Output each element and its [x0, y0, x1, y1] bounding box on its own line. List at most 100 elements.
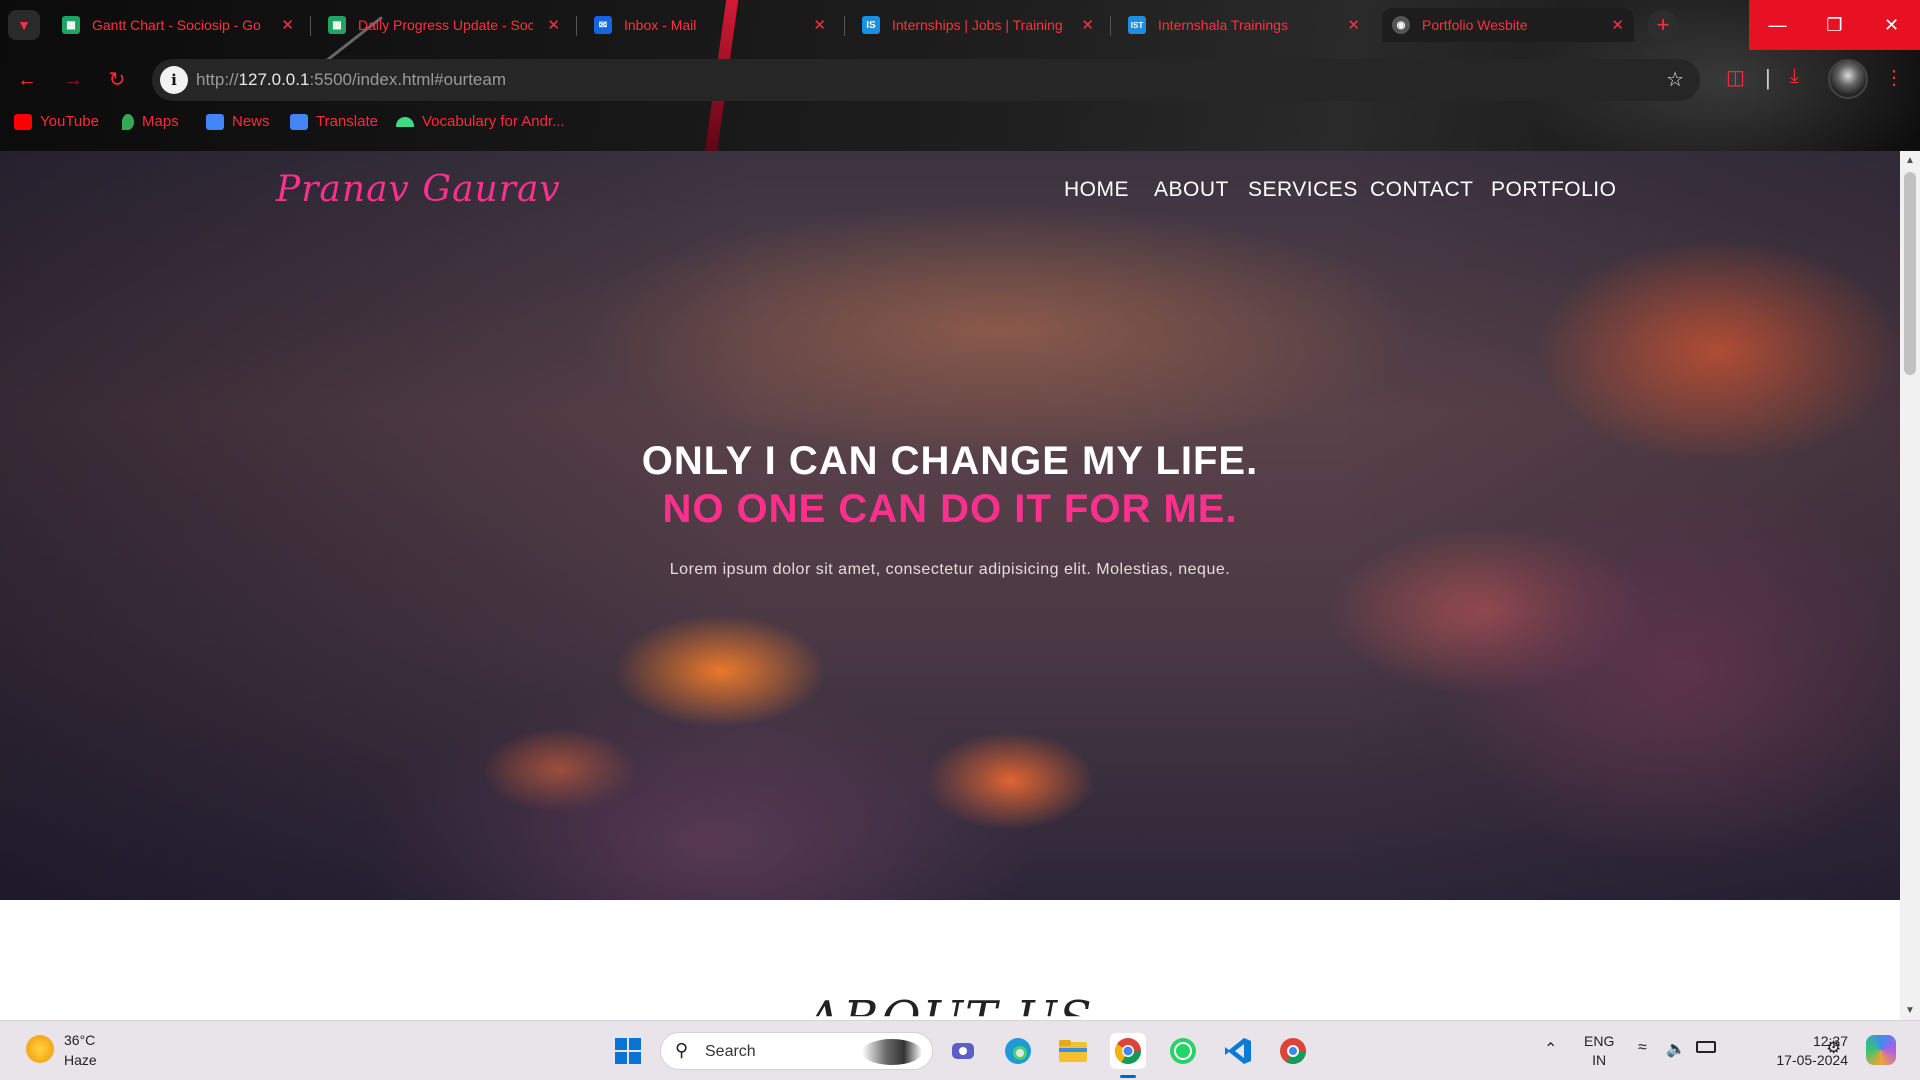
url-host: 127.0.0.1	[238, 70, 310, 89]
mail-icon: ✉	[594, 16, 612, 34]
maps-icon	[122, 113, 134, 130]
tab[interactable]: IS Internships | Jobs | Training ✕	[852, 8, 1104, 42]
weather-haze-icon[interactable]	[26, 1035, 54, 1063]
bookmark-vocabulary[interactable]: Vocabulary for Andr...	[396, 113, 565, 130]
scrollbar-thumb[interactable]	[1904, 172, 1916, 375]
nav-home[interactable]: HOME	[1064, 178, 1129, 202]
new-tab-button[interactable]: +	[1647, 10, 1679, 42]
bookmarks-bar: YouTube Maps News Translate Vocabulary f…	[0, 113, 1920, 139]
tab-title: Gantt Chart - Sociosip - Go	[92, 17, 261, 33]
hero-heading-line2: NO ONE CAN DO IT FOR ME.	[662, 487, 1238, 531]
bookmark-label: News	[232, 113, 270, 130]
download-icon[interactable]: ⤓	[1790, 65, 1799, 88]
tab[interactable]: ▦ Gantt Chart - Sociosip - Go ✕	[52, 8, 304, 42]
tab-divider	[1110, 16, 1111, 36]
wifi-icon[interactable]: ≈	[1638, 1039, 1647, 1057]
whatsapp-icon[interactable]	[1165, 1033, 1201, 1069]
close-window-button[interactable]: ✕	[1863, 0, 1920, 50]
nav-about[interactable]: ABOUT	[1154, 178, 1229, 202]
bookmark-news[interactable]: News	[206, 113, 270, 130]
restore-button[interactable]: ❐	[1806, 0, 1863, 50]
site-info-icon[interactable]: i	[160, 66, 188, 94]
hero-heading-line1: ONLY I CAN CHANGE MY LIFE.	[641, 439, 1259, 483]
forward-button[interactable]: →	[58, 65, 88, 95]
close-icon[interactable]: ✕	[281, 16, 294, 34]
windows-start-icon[interactable]	[610, 1033, 646, 1069]
vscode-icon[interactable]	[1220, 1033, 1256, 1069]
internshala-icon: IS	[862, 16, 880, 34]
kebab-menu-icon[interactable]: ⋮	[1884, 65, 1904, 90]
back-button[interactable]: ←	[12, 65, 42, 95]
chevron-down-icon: ▼	[17, 17, 31, 33]
hero-paragraph: Lorem ipsum dolor sit amet, consectetur …	[669, 561, 1231, 578]
globe-icon: ◉	[1392, 16, 1410, 34]
weather-temperature[interactable]: 36°C	[64, 1032, 95, 1048]
tab[interactable]: ✉ Inbox - Mail ✕	[584, 8, 836, 42]
android-icon	[396, 116, 414, 127]
nav-portfolio[interactable]: PORTFOLIO	[1491, 178, 1616, 202]
region-code: IN	[1592, 1052, 1607, 1068]
news-icon	[206, 113, 224, 130]
edge-icon[interactable]	[1000, 1033, 1036, 1069]
tab-search-button[interactable]: ▼	[8, 10, 40, 40]
internshala-trainings-icon: IST	[1128, 16, 1146, 34]
tab-title: Portfolio Wesbite	[1422, 17, 1528, 33]
teams-meet-icon[interactable]	[945, 1033, 981, 1069]
chrome-icon[interactable]	[1110, 1033, 1146, 1069]
scroll-up-arrow-icon[interactable]: ▲	[1900, 155, 1920, 166]
bookmark-maps[interactable]: Maps	[122, 113, 179, 130]
toolbar-divider: |	[1765, 65, 1771, 90]
arrow-right-icon: →	[63, 69, 83, 91]
taskbar-search[interactable]: ⚲ Search	[660, 1032, 933, 1070]
tab[interactable]: ▦ Daily Progress Update - Soc ✕	[318, 8, 570, 42]
page-viewport: Pranav Gaurav HOME ABOUT SERVICES CONTAC…	[0, 151, 1900, 1020]
language-code: ENG	[1584, 1033, 1615, 1049]
chevron-up-icon[interactable]: ⌃	[1544, 1039, 1557, 1059]
tab-title: Daily Progress Update - Soc	[358, 17, 533, 33]
active-app-indicator	[1120, 1075, 1136, 1078]
bookmark-youtube[interactable]: YouTube	[14, 113, 99, 130]
tab[interactable]: IST Internshala Trainings ✕	[1118, 8, 1370, 42]
translate-icon	[290, 113, 308, 130]
nav-services[interactable]: SERVICES	[1248, 178, 1358, 202]
youtube-icon	[14, 113, 32, 130]
tab-active[interactable]: ◉ Portfolio Wesbite ✕	[1382, 8, 1634, 42]
tab-title: Inbox - Mail	[624, 17, 697, 33]
minimize-button[interactable]: —	[1749, 0, 1806, 50]
tab-strip: ▼ ▦ Gantt Chart - Sociosip - Go ✕ ▦ Dail…	[0, 0, 1920, 50]
url-text[interactable]: http://127.0.0.1:5500/index.html#ourteam	[196, 70, 506, 90]
copilot-icon[interactable]	[1866, 1035, 1896, 1065]
tab-title: Internshala Trainings	[1158, 17, 1288, 33]
browser-toolbar: ← → ↻ i http://127.0.0.1:5500/index.html…	[0, 57, 1920, 101]
address-bar[interactable]: i http://127.0.0.1:5500/index.html#ourte…	[152, 59, 1700, 101]
close-icon[interactable]: ✕	[813, 16, 826, 34]
google-sheets-icon: ▦	[62, 16, 80, 34]
language-indicator[interactable]: ENG IN	[1584, 1032, 1614, 1070]
arrow-left-icon: ←	[17, 69, 37, 91]
weather-condition[interactable]: Haze	[64, 1052, 97, 1068]
battery-icon[interactable]	[1696, 1041, 1716, 1053]
about-us-heading: ABOUT US	[806, 991, 1094, 1020]
volume-icon[interactable]: 🔈	[1666, 1039, 1686, 1059]
notification-bell-icon[interactable]: ⚙	[1826, 1038, 1841, 1058]
reload-button[interactable]: ↻	[102, 65, 132, 95]
close-icon[interactable]: ✕	[1611, 16, 1624, 34]
bookmark-translate[interactable]: Translate	[290, 113, 378, 130]
bookmark-star-icon[interactable]: ☆	[1666, 67, 1684, 92]
url-path: :5500/index.html#ourteam	[309, 70, 506, 89]
scroll-down-arrow-icon[interactable]: ▼	[1900, 1005, 1920, 1016]
tab-divider	[844, 16, 845, 36]
close-icon[interactable]: ✕	[1347, 16, 1360, 34]
page-scrollbar[interactable]: ▲ ▼	[1900, 151, 1920, 1020]
tab-title: Internships | Jobs | Training	[892, 17, 1063, 33]
url-scheme: http://	[196, 70, 239, 89]
site-logo[interactable]: Pranav Gaurav	[276, 169, 561, 210]
close-icon[interactable]: ✕	[547, 16, 560, 34]
profile-avatar[interactable]	[1828, 59, 1868, 99]
nav-contact[interactable]: CONTACT	[1370, 178, 1473, 202]
file-explorer-icon[interactable]	[1055, 1033, 1091, 1069]
close-icon[interactable]: ✕	[1081, 16, 1094, 34]
extensions-icon[interactable]: ◫	[1726, 65, 1745, 90]
tab-divider	[576, 16, 577, 36]
chrome-profile-icon[interactable]	[1275, 1033, 1311, 1069]
